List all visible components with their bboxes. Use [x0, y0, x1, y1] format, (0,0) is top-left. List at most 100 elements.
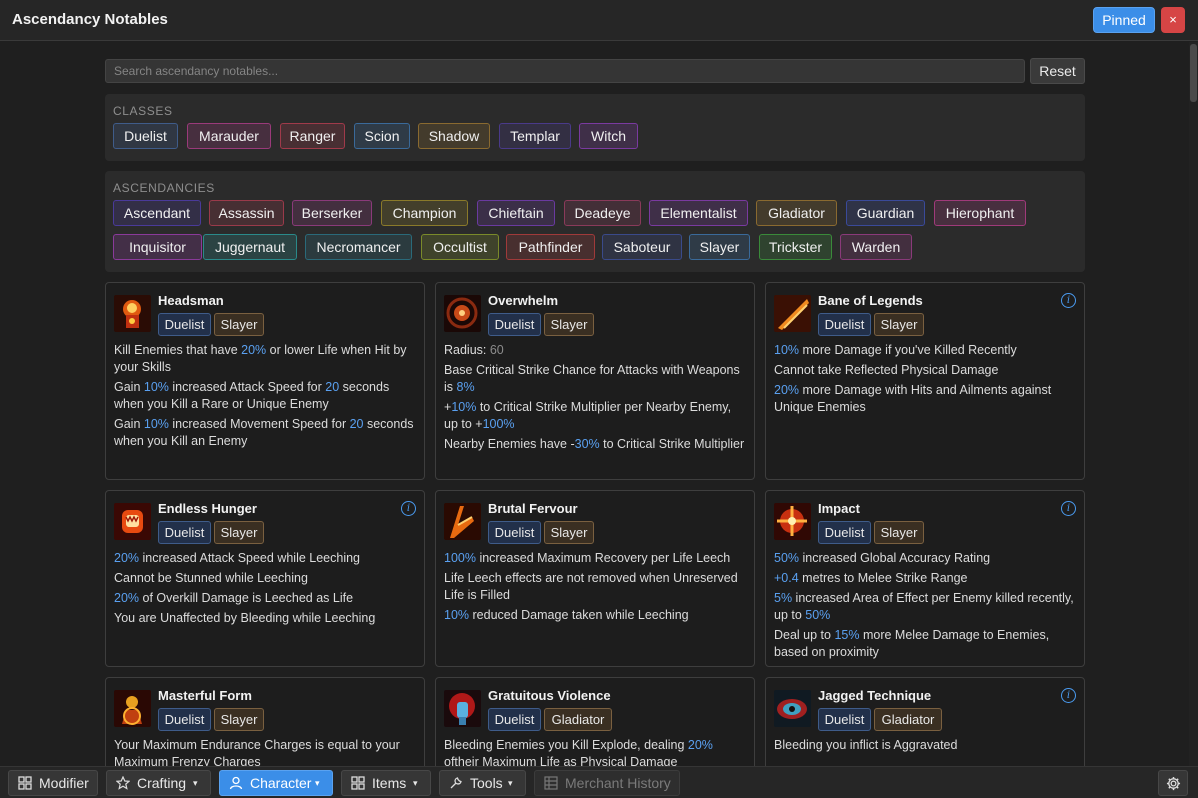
- nav-modifier-button[interactable]: Modifier: [8, 770, 98, 796]
- info-icon[interactable]: i: [1061, 293, 1076, 308]
- asc-chip-slayer[interactable]: Slayer: [689, 234, 750, 260]
- description-line: Cannot be Stunned while Leeching: [114, 570, 418, 587]
- search-input[interactable]: [105, 59, 1025, 83]
- notable-card[interactable]: Gratuitous Violence Duelist Gladiator Bl…: [435, 677, 755, 777]
- jagged-technique-icon: [774, 690, 811, 727]
- scrollbar-thumb[interactable]: [1190, 44, 1197, 102]
- notable-card[interactable]: Headsman Duelist Slayer Kill Enemies tha…: [105, 282, 425, 480]
- nav-character-button[interactable]: Character ▾: [219, 770, 333, 796]
- chevron-down-icon: ▾: [193, 778, 198, 788]
- description-line: +0.4 metres to Melee Strike Range: [774, 570, 1078, 587]
- grid-icon: [351, 776, 365, 790]
- description-line: Bleeding you inflict is Aggravated: [774, 737, 1078, 754]
- asc-chip-saboteur[interactable]: Saboteur: [602, 234, 682, 260]
- endless-hunger-icon: [114, 503, 151, 540]
- asc-chip-champion[interactable]: Champion: [381, 200, 468, 226]
- description-text: Cannot be Stunned while Leeching: [114, 571, 308, 585]
- app-title: Ascendancy Notables: [12, 11, 168, 28]
- tag-duelist: Duelist: [488, 708, 541, 731]
- reset-button[interactable]: Reset: [1030, 58, 1085, 84]
- pinned-button[interactable]: Pinned: [1093, 7, 1155, 33]
- description-line: Kill Enemies that have 20% or lower Life…: [114, 342, 418, 376]
- asc-chip-elementalist[interactable]: Elementalist: [649, 200, 748, 226]
- overwhelm-icon: [444, 295, 481, 332]
- notable-card[interactable]: Overwhelm Duelist Slayer Radius: 60 Base …: [435, 282, 755, 480]
- scrollbar-track[interactable]: [1189, 42, 1198, 766]
- notable-card[interactable]: Jagged Technique Duelist Gladiator i Ble…: [765, 677, 1085, 777]
- class-chip-shadow[interactable]: Shadow: [418, 123, 490, 149]
- asc-chip-inquisitor[interactable]: Inquisitor: [113, 234, 202, 260]
- stat-value: 20%: [241, 343, 267, 357]
- asc-chip-guardian[interactable]: Guardian: [846, 200, 925, 226]
- asc-chip-hierophant[interactable]: Hierophant: [934, 200, 1026, 226]
- bottom-nav-bar: Modifier Crafting ▾ Character ▾ Items ▾ …: [0, 766, 1198, 798]
- asc-chip-pathfinder[interactable]: Pathfinder: [506, 234, 595, 260]
- notable-description: Bleeding you inflict is Aggravated: [774, 737, 1078, 757]
- asc-chip-chieftain[interactable]: Chieftain: [477, 200, 555, 226]
- notable-card[interactable]: Impact Duelist Slayer i 50% increased Gl…: [765, 490, 1085, 667]
- nav-tools-button[interactable]: Tools ▾: [439, 770, 526, 796]
- notable-card[interactable]: Bane of Legends Duelist Slayer i 10% mor…: [765, 282, 1085, 480]
- tag-slayer: Slayer: [874, 521, 924, 544]
- description-text: more Damage if you've Killed Recently: [799, 343, 1017, 357]
- close-button[interactable]: ×: [1161, 7, 1185, 33]
- nav-crafting-button[interactable]: Crafting ▾: [106, 770, 211, 796]
- asc-chip-occultist[interactable]: Occultist: [421, 234, 499, 260]
- brutal-fervour-icon: [444, 503, 481, 540]
- info-icon[interactable]: i: [401, 501, 416, 516]
- tag-slayer: Slayer: [214, 708, 264, 731]
- nav-merchant-history-button[interactable]: Merchant History: [534, 770, 680, 796]
- info-icon[interactable]: i: [1061, 501, 1076, 516]
- masterful-form-icon: [114, 690, 151, 727]
- description-line: 10% more Damage if you've Killed Recentl…: [774, 342, 1078, 359]
- asc-chip-assassin[interactable]: Assassin: [209, 200, 284, 226]
- asc-chip-ascendant[interactable]: Ascendant: [113, 200, 201, 226]
- notable-description: 20% increased Attack Speed while Leechin…: [114, 550, 418, 630]
- asc-chip-trickster[interactable]: Trickster: [759, 234, 832, 260]
- description-text: to Critical Strike Multiplier: [599, 437, 745, 451]
- notable-card[interactable]: Endless Hunger Duelist Slayer i 20% incr…: [105, 490, 425, 667]
- notable-card[interactable]: Masterful Form Duelist Slayer Your Maxim…: [105, 677, 425, 777]
- classes-panel: CLASSES Duelist Marauder Ranger Scion Sh…: [105, 94, 1085, 161]
- nav-items-button[interactable]: Items ▾: [341, 770, 431, 796]
- table-icon: [544, 776, 558, 790]
- stat-value: 20%: [774, 383, 800, 397]
- tag-duelist: Duelist: [158, 521, 211, 544]
- bane-of-legends-icon: [774, 295, 811, 332]
- tag-gladiator: Gladiator: [544, 708, 612, 731]
- nav-crafting-label: Crafting: [137, 775, 187, 791]
- asc-chip-necromancer[interactable]: Necromancer: [305, 234, 412, 260]
- asc-chip-deadeye[interactable]: Deadeye: [564, 200, 641, 226]
- class-chip-duelist[interactable]: Duelist: [113, 123, 178, 149]
- class-chip-ranger[interactable]: Ranger: [280, 123, 345, 149]
- class-chip-scion[interactable]: Scion: [354, 123, 410, 149]
- stat-value: 50%: [774, 551, 800, 565]
- class-chip-witch[interactable]: Witch: [579, 123, 638, 149]
- nav-modifier-label: Modifier: [39, 775, 89, 791]
- notable-name: Headsman: [158, 293, 224, 308]
- description-line: Radius: 60: [444, 342, 748, 359]
- nav-merchant-history-label: Merchant History: [565, 775, 671, 791]
- description-line: Cannot take Reflected Physical Damage: [774, 362, 1078, 379]
- asc-chip-juggernaut[interactable]: Juggernaut: [203, 234, 297, 260]
- description-line: 100% increased Maximum Recovery per Life…: [444, 550, 748, 567]
- asc-chip-berserker[interactable]: Berserker: [292, 200, 372, 226]
- gear-icon: [1166, 776, 1181, 791]
- tag-duelist: Duelist: [818, 521, 871, 544]
- description-line: Life Leech effects are not removed when …: [444, 570, 748, 604]
- class-chip-marauder[interactable]: Marauder: [187, 123, 271, 149]
- settings-button[interactable]: [1158, 770, 1188, 796]
- asc-chip-gladiator[interactable]: Gladiator: [756, 200, 837, 226]
- tag-duelist: Duelist: [818, 708, 871, 731]
- description-text: Gain: [114, 417, 144, 431]
- chevron-down-icon: ▾: [413, 778, 418, 788]
- info-icon[interactable]: i: [1061, 688, 1076, 703]
- tag-slayer: Slayer: [544, 521, 594, 544]
- description-text: reduced Damage taken while Leeching: [469, 608, 689, 622]
- stat-value: 5%: [774, 591, 793, 605]
- chevron-down-icon: ▾: [315, 778, 320, 788]
- notable-card[interactable]: Brutal Fervour Duelist Slayer 100% incre…: [435, 490, 755, 667]
- description-line: Deal up to 15% more Melee Damage to Enem…: [774, 627, 1078, 661]
- class-chip-templar[interactable]: Templar: [499, 123, 571, 149]
- asc-chip-warden[interactable]: Warden: [840, 234, 912, 260]
